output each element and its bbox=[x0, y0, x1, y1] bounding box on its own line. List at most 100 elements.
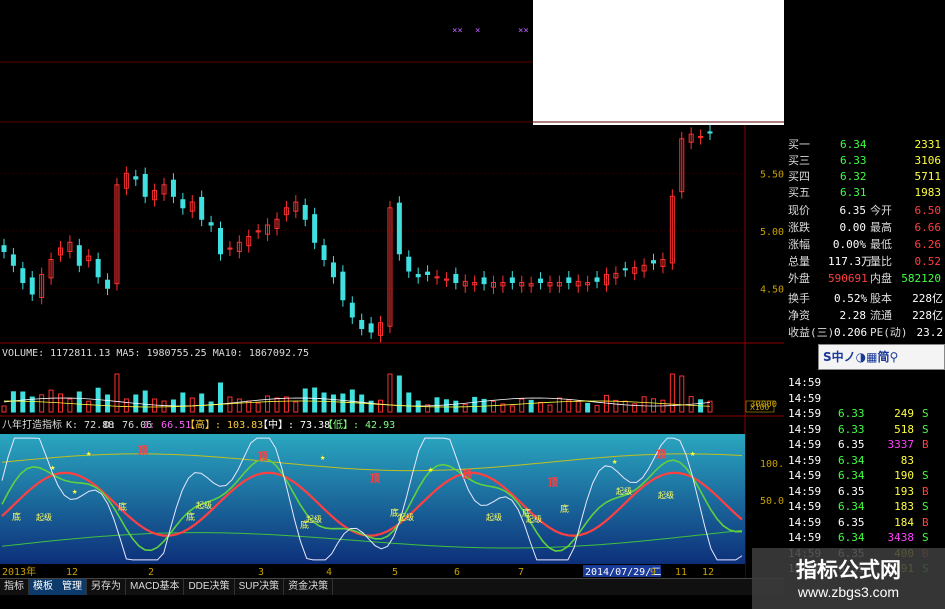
order-book-price: 6.33 bbox=[840, 154, 867, 167]
indicator-tab[interactable]: 管理 bbox=[58, 579, 87, 595]
price-annotation: ×× bbox=[518, 26, 529, 36]
volume-unit: X100 bbox=[750, 403, 769, 412]
volume-bar bbox=[462, 403, 468, 413]
tick-side: S bbox=[922, 422, 929, 436]
volume-bar bbox=[472, 396, 478, 413]
candle-body bbox=[566, 277, 572, 284]
volume-bars bbox=[1, 373, 713, 413]
candle-body bbox=[396, 202, 402, 255]
volume-bar bbox=[265, 395, 271, 413]
indicator-tab[interactable]: 模板 bbox=[29, 579, 58, 595]
order-book-row: 买五 6.31 1983 bbox=[784, 185, 945, 200]
time-axis-label: 2 bbox=[148, 567, 154, 578]
order-book-label: 买三 bbox=[788, 154, 810, 167]
volume-bar bbox=[387, 373, 393, 413]
volume-bar bbox=[669, 373, 675, 413]
tick-volume: 190 bbox=[894, 469, 914, 482]
tick-time: 14:59 bbox=[788, 391, 822, 405]
order-book-label: 买一 bbox=[788, 138, 810, 151]
tick-time: 14:59 bbox=[788, 422, 822, 436]
indicator-tab[interactable]: DDE决策 bbox=[184, 579, 235, 595]
price-annotation: ×× bbox=[452, 26, 463, 36]
kdj-mid-label: 起级 bbox=[486, 512, 502, 522]
volume-bar bbox=[227, 396, 233, 413]
volume-bar bbox=[330, 394, 336, 413]
volume-bar bbox=[613, 399, 619, 413]
tick-side: S bbox=[922, 469, 929, 482]
candle-body bbox=[538, 278, 544, 284]
candle-body bbox=[1, 245, 7, 252]
price-y-tick-label: 4.50 bbox=[760, 284, 784, 295]
ime-toolbar[interactable]: S中ノ◑▦简⚲ bbox=[818, 344, 945, 370]
indicator-y-tick: 50.00 bbox=[760, 496, 784, 507]
tick-volume: 184 bbox=[894, 515, 914, 529]
tick-volume: 518 bbox=[894, 422, 914, 436]
price-y-tick-label: 5.50 bbox=[760, 169, 784, 180]
kdj-top-label: 顶 bbox=[370, 473, 380, 485]
volume-bar bbox=[208, 401, 214, 413]
candle-body bbox=[312, 214, 318, 243]
candle-body bbox=[651, 260, 657, 264]
indicator-mid-tag: 【中】: 73.38 bbox=[258, 418, 330, 431]
volume-bar bbox=[20, 391, 26, 413]
quote-stat-label: 涨幅 bbox=[788, 238, 810, 251]
volume-bar bbox=[283, 396, 289, 413]
chart-area[interactable]: 5.505.004.50 ×× × ×× VOLUME: 1172811.13 MA… bbox=[0, 0, 784, 578]
time-axis-label: 6 bbox=[454, 567, 460, 578]
volume-bar bbox=[86, 400, 92, 413]
tick-side: B bbox=[922, 438, 929, 451]
kdj-star-marker: ★ bbox=[612, 457, 618, 467]
quote-stat-label: PE(动) bbox=[870, 326, 908, 339]
quote-stat-row: 涨跌 0.00 最高 6.66 bbox=[784, 220, 945, 235]
quote-stat-value: 0.206 bbox=[834, 326, 868, 339]
volume-bar bbox=[67, 398, 73, 413]
candle-body bbox=[218, 227, 224, 255]
indicator-tab[interactable]: 资金决策 bbox=[284, 579, 334, 595]
volume-bar bbox=[199, 393, 205, 413]
volume-bar bbox=[679, 375, 685, 413]
quote-stat-label: 总量 bbox=[788, 255, 810, 268]
tick-side: S bbox=[922, 500, 929, 513]
tick-time: 14:59 bbox=[788, 407, 822, 420]
tick-side: S bbox=[922, 407, 929, 420]
candle-body bbox=[170, 179, 176, 197]
indicator-high-tag: 【高】: 103.83 bbox=[185, 418, 263, 431]
tick-row: 14:59 6.34 183 S bbox=[784, 499, 945, 514]
price-y-tick-label: 5.00 bbox=[760, 227, 784, 238]
order-book-volume: 2331 bbox=[914, 138, 942, 151]
indicator-tab[interactable]: SUP决策 bbox=[235, 579, 285, 595]
volume-bar bbox=[378, 399, 384, 413]
indicator-tab[interactable]: 指标 bbox=[0, 579, 29, 595]
tick-time: 14:59 bbox=[788, 438, 822, 451]
order-book-price: 6.34 bbox=[840, 138, 867, 151]
kdj-star-marker: ★ bbox=[50, 463, 56, 473]
indicator-tab[interactable]: 另存为 bbox=[87, 579, 126, 595]
candle-body bbox=[453, 273, 459, 284]
volume-bar bbox=[406, 392, 412, 413]
candle-body bbox=[180, 199, 186, 209]
tick-price: 6.34 bbox=[838, 469, 865, 482]
quote-stat-value: 117.3万 bbox=[828, 255, 873, 268]
quote-stat-row: 外盘 590691 内盘 582120 bbox=[784, 271, 945, 286]
tick-time: 14:59 bbox=[788, 500, 822, 513]
watermark-url: www.zbgs3.com bbox=[797, 584, 900, 600]
quote-stat-value: 23.2 bbox=[916, 326, 944, 339]
indicator-tab[interactable]: MACD基本 bbox=[126, 579, 185, 595]
time-axis-label: 2013年 bbox=[2, 565, 36, 578]
kdj-mid-label: 起级 bbox=[36, 512, 52, 522]
indicator-panel: 八年打造指标 K: 72.88 D: 76.06 J: 66.51 【高】: 1… bbox=[0, 418, 784, 564]
volume-bar bbox=[105, 394, 111, 413]
quote-stat-label: 流通 bbox=[870, 309, 892, 322]
volume-bar bbox=[39, 394, 45, 413]
candle-body bbox=[594, 277, 600, 282]
quote-stat-value: 6.26 bbox=[914, 238, 942, 251]
volume-bar bbox=[547, 404, 553, 413]
tick-row: 14:59 6.35 3337 B bbox=[784, 437, 945, 452]
time-axis: 2013年 12 2 3 4 5 6 7 2014/07/29/二9 11 12 bbox=[0, 564, 745, 578]
candle-body bbox=[368, 323, 374, 333]
kdj-top-label: 顶 bbox=[656, 449, 666, 461]
order-book-volume: 3106 bbox=[914, 154, 942, 167]
tick-time: 14:59 bbox=[788, 515, 822, 529]
candle-body bbox=[199, 196, 205, 220]
kdj-bottom-label: 底 bbox=[186, 511, 195, 523]
